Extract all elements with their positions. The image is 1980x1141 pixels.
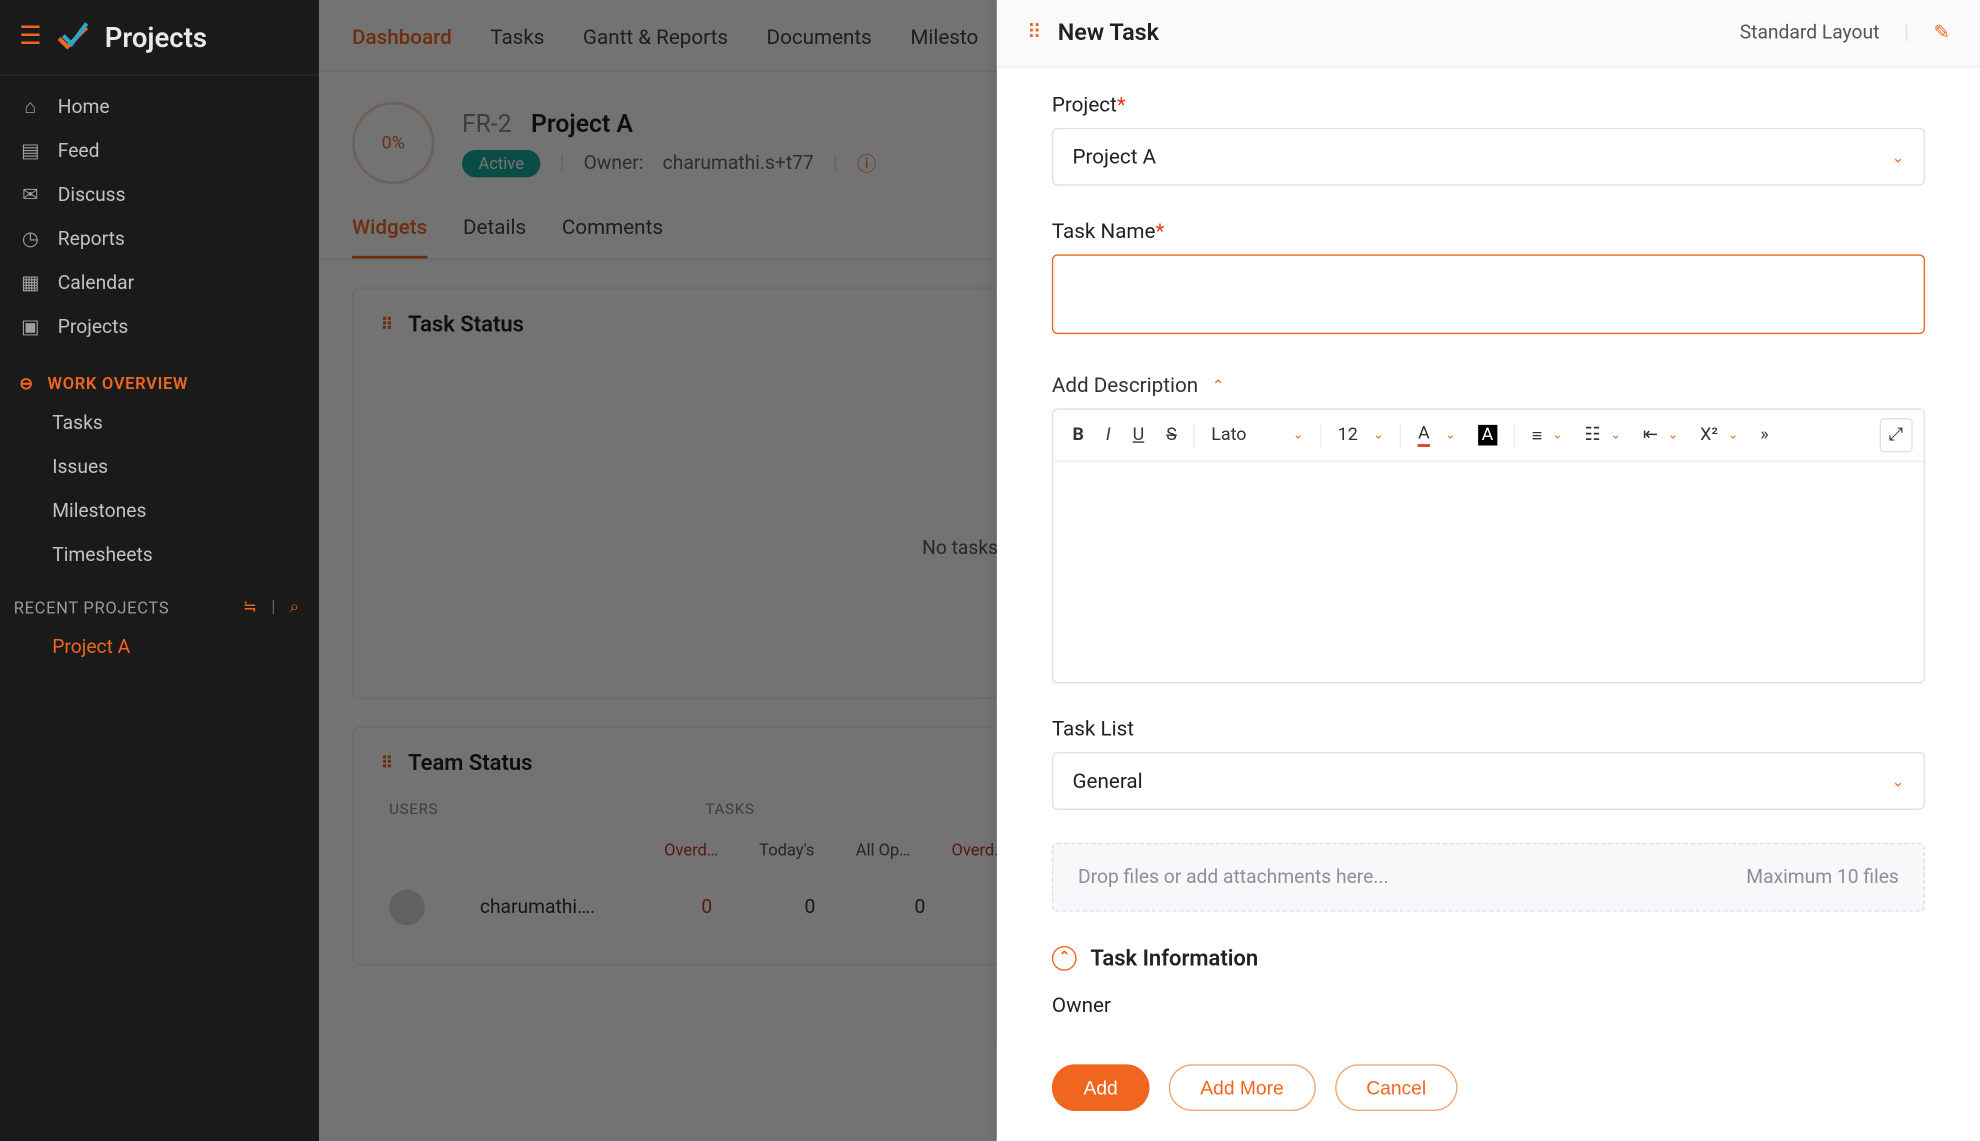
- nav-label: Home: [58, 96, 110, 118]
- section-label: RECENT PROJECTS: [14, 597, 170, 616]
- search-icon[interactable]: ⌕: [290, 597, 300, 618]
- owner-field-label: Owner: [1052, 993, 1925, 1018]
- nav-label: Projects: [58, 316, 129, 338]
- nav-label: Tasks: [52, 413, 103, 435]
- nav-label: Timesheets: [52, 545, 152, 567]
- add-button[interactable]: Add: [1052, 1064, 1150, 1111]
- rte-toolbar: B I U S Lato ⌄ 12 ⌄ A ⌄ A: [1053, 410, 1923, 462]
- app-title: Projects: [105, 21, 207, 54]
- taskinfo-label: Task Information: [1090, 945, 1258, 971]
- project-select-value: Project A: [1073, 144, 1157, 169]
- calendar-icon: ▦: [19, 272, 41, 294]
- rich-text-editor: B I U S Lato ⌄ 12 ⌄ A ⌄ A: [1052, 408, 1925, 683]
- sidebar: ☰ Projects ⌂ Home ▤ Feed ✉ Discuss ◷ Reports…: [0, 0, 319, 1141]
- nav-label: Discuss: [58, 184, 126, 206]
- recent-label: Project A: [52, 637, 130, 659]
- projects-icon: ▣: [19, 316, 41, 338]
- filter-icon[interactable]: ≒: [243, 597, 258, 618]
- edit-icon[interactable]: ✎: [1934, 22, 1950, 44]
- nav-issues[interactable]: Issues: [0, 446, 319, 490]
- font-select[interactable]: Lato ⌄: [1203, 419, 1312, 451]
- nav-tasks[interactable]: Tasks: [0, 402, 319, 446]
- recent-project-a[interactable]: Project A: [0, 626, 319, 670]
- tasklist-select-value: General: [1073, 769, 1143, 794]
- feed-icon: ▤: [19, 140, 41, 162]
- fontsize-select[interactable]: 12 ⌄: [1329, 419, 1391, 451]
- bold-button[interactable]: B: [1064, 419, 1092, 451]
- nav-calendar[interactable]: ▦ Calendar: [0, 261, 319, 305]
- grid-icon[interactable]: ⠿: [1027, 22, 1041, 44]
- nav-milestones[interactable]: Milestones: [0, 490, 319, 534]
- menu-icon[interactable]: ☰: [19, 25, 41, 50]
- indent-button[interactable]: ⇤ ⌄: [1635, 419, 1687, 451]
- project-field-label: Project*: [1052, 92, 1925, 117]
- chevron-down-icon: ⌄: [1892, 148, 1905, 166]
- nav-discuss[interactable]: ✉ Discuss: [0, 173, 319, 217]
- nav-label: Calendar: [58, 272, 134, 294]
- align-button[interactable]: ≡ ⌄: [1524, 419, 1571, 452]
- list-button[interactable]: ☷ ⌄: [1576, 419, 1629, 451]
- attachment-dropzone[interactable]: Drop files or add attachments here... Ma…: [1052, 843, 1925, 912]
- taskname-field-label: Task Name*: [1052, 219, 1925, 244]
- nav-label: Issues: [52, 457, 108, 479]
- work-overview-header[interactable]: ⊖ WORK OVERVIEW: [0, 358, 319, 402]
- chevron-up-icon: ⌃: [1212, 376, 1225, 394]
- nav-home[interactable]: ⌂ Home: [0, 84, 319, 129]
- chevron-up-circle-icon: ⌃: [1052, 945, 1077, 970]
- highlight-button[interactable]: A: [1469, 419, 1505, 451]
- minus-circle-icon: ⊖: [19, 374, 34, 393]
- nav-label: Reports: [58, 228, 125, 250]
- more-button[interactable]: »: [1752, 419, 1777, 451]
- description-toggle[interactable]: Add Description ⌃: [1052, 373, 1925, 398]
- rte-body[interactable]: [1053, 462, 1923, 668]
- nav-projects[interactable]: ▣ Projects: [0, 305, 319, 349]
- text-color-button[interactable]: A ⌄: [1410, 418, 1464, 452]
- tasklist-field-label: Task List: [1052, 716, 1925, 741]
- new-task-drawer: ⠿ New Task Standard Layout | ✎ Project* …: [997, 0, 1980, 1141]
- desc-label: Add Description: [1052, 373, 1198, 398]
- nav-timesheets[interactable]: Timesheets: [0, 534, 319, 578]
- drawer-title: New Task: [1058, 19, 1159, 47]
- nav-reports[interactable]: ◷ Reports: [0, 217, 319, 261]
- layout-label[interactable]: Standard Layout: [1740, 22, 1880, 44]
- drawer-footer: Add Add More Cancel: [997, 1045, 1980, 1141]
- project-select[interactable]: Project A ⌄: [1052, 128, 1925, 186]
- cancel-button[interactable]: Cancel: [1335, 1064, 1458, 1111]
- nav-label: Milestones: [52, 501, 146, 523]
- task-info-toggle[interactable]: ⌃ Task Information: [1052, 945, 1925, 971]
- nav-feed[interactable]: ▤ Feed: [0, 129, 319, 173]
- taskname-input[interactable]: [1052, 254, 1925, 334]
- dropzone-max: Maximum 10 files: [1746, 866, 1899, 888]
- discuss-icon: ✉: [19, 184, 41, 206]
- expand-icon[interactable]: ⤢: [1879, 418, 1913, 452]
- italic-button[interactable]: I: [1098, 419, 1119, 451]
- recent-projects-header: RECENT PROJECTS ≒ | ⌕: [0, 578, 319, 626]
- dropzone-hint: Drop files or add attachments here...: [1078, 866, 1389, 888]
- add-more-button[interactable]: Add More: [1169, 1064, 1316, 1111]
- main-area: Dashboard Tasks Gantt & Reports Document…: [319, 0, 1980, 1141]
- drawer-header: ⠿ New Task Standard Layout | ✎: [997, 0, 1980, 67]
- section-label: WORK OVERVIEW: [48, 374, 189, 393]
- nav-label: Feed: [58, 140, 100, 162]
- home-icon: ⌂: [19, 95, 41, 118]
- superscript-button[interactable]: X² ⌄: [1692, 419, 1747, 451]
- reports-icon: ◷: [19, 228, 41, 250]
- app-logo-icon: [55, 19, 91, 55]
- tasklist-select[interactable]: General ⌄: [1052, 752, 1925, 810]
- chevron-down-icon: ⌄: [1892, 772, 1905, 790]
- strike-button[interactable]: S: [1158, 419, 1185, 451]
- underline-button[interactable]: U: [1124, 419, 1152, 451]
